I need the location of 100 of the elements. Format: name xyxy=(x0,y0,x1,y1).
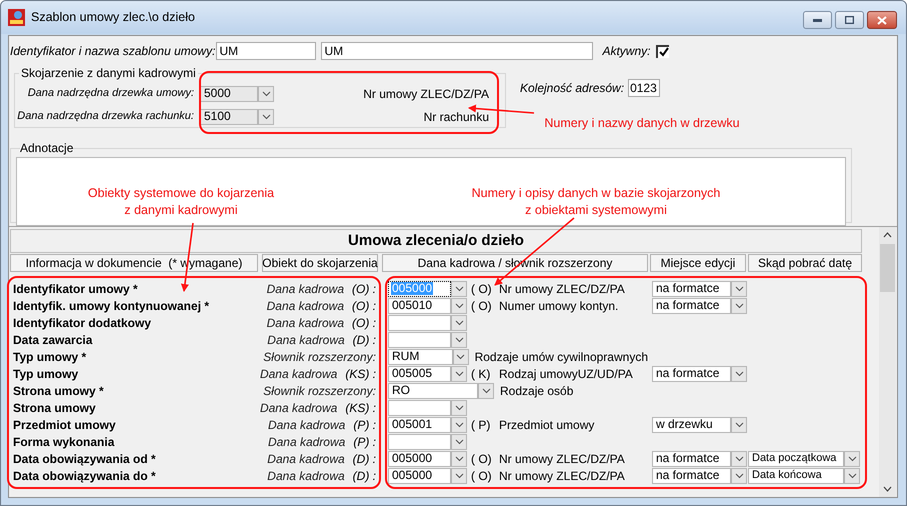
template-id-field[interactable]: UM xyxy=(216,42,316,60)
chevron-down-icon xyxy=(734,370,744,376)
chevron-down-icon xyxy=(456,354,466,360)
object-code: (O) : xyxy=(352,314,376,332)
chevron-down-icon xyxy=(454,336,464,342)
column-header[interactable]: Obiekt do skojarzenia xyxy=(262,254,378,272)
dropdown-field[interactable] xyxy=(388,314,467,330)
chevron-down-icon xyxy=(734,456,744,462)
field-name: Identyfik. umowy kontynuowanej * xyxy=(13,298,210,312)
checkmark-icon xyxy=(658,47,669,57)
notes-field[interactable] xyxy=(16,157,846,226)
linked-object: Dana kadrowa xyxy=(266,280,344,298)
group-title: Skojarzenie z danymi kadrowymi xyxy=(20,65,197,82)
object-code: (KS) : xyxy=(345,400,376,416)
field-name: Identyfikator dodatkowy xyxy=(13,316,152,330)
chevron-down-icon xyxy=(454,302,464,308)
chevron-down-icon xyxy=(454,370,464,376)
chevron-down-icon xyxy=(454,438,464,444)
column-header[interactable]: Miejsce edycji xyxy=(650,254,746,272)
object-code: (D) : xyxy=(352,332,376,348)
data-code: ( O) xyxy=(471,450,493,468)
object-code: (KS) : xyxy=(345,366,376,382)
annotation-text: z danymi kadrowymi xyxy=(124,202,238,219)
annotation-text: Numery i opisy danych w bazie skojarzonych xyxy=(472,185,720,202)
chevron-down-icon xyxy=(734,472,744,478)
data-description: Nr umowy ZLEC/DZ/PA xyxy=(499,468,625,484)
chevron-down-icon xyxy=(454,422,464,428)
dictionary-description: Rodzaje umów cywilnoprawnych xyxy=(474,348,648,366)
dictionary-description: Rodzaje osób xyxy=(500,382,574,400)
chevron-down-icon xyxy=(454,456,464,462)
chevron-down-icon xyxy=(734,302,744,308)
data-description: Rodzaj umowyUZ/UD/PA xyxy=(499,366,633,382)
active-checkbox[interactable] xyxy=(656,44,670,58)
data-description: Przedmiot umowy xyxy=(499,416,594,434)
linked-object: Dana kadrowa xyxy=(260,400,338,416)
field-name: Identyfikator umowy * xyxy=(13,282,138,296)
address-order-label: Kolejność adresów: xyxy=(520,80,624,97)
parent-data-label: Dana nadrzędna drzewka umowy: xyxy=(26,86,194,102)
data-description: Nr umowy ZLEC/DZ/PA xyxy=(499,280,625,298)
linked-object: Słownik rozszerzony: xyxy=(263,382,376,400)
chevron-down-icon xyxy=(454,472,464,478)
active-label: Aktywny: xyxy=(602,43,650,60)
dropdown-field[interactable] xyxy=(388,434,467,450)
template-name-field[interactable]: UM xyxy=(321,42,594,60)
object-code: (O) : xyxy=(352,298,376,314)
object-code: (D) : xyxy=(352,468,376,484)
object-code: (D) : xyxy=(352,450,376,468)
field-name: Strona umowy xyxy=(13,400,96,414)
linked-object: Dana kadrowa xyxy=(268,434,346,450)
field-name: Strona umowy * xyxy=(13,384,104,398)
template-label: Identyfikator i nazwa szablonu umowy: xyxy=(10,43,216,60)
restore-icon xyxy=(845,16,854,24)
annotation-text: Numery i nazwy danych w drzewku xyxy=(544,115,740,132)
column-header[interactable]: Skąd pobrać datę xyxy=(748,254,862,272)
app-icon xyxy=(8,9,25,26)
close-icon xyxy=(877,16,887,24)
window-title: Szablon umowy zlec.\o dzieło xyxy=(31,9,195,26)
object-code: (P) : xyxy=(353,416,376,434)
minimize-icon xyxy=(813,18,822,22)
linked-object: Dana kadrowa xyxy=(267,332,345,348)
data-code: ( P) xyxy=(471,416,492,434)
field-name: Przedmiot umowy xyxy=(13,418,116,432)
data-code: ( O) xyxy=(471,298,493,314)
chevron-down-icon xyxy=(262,90,270,96)
data-code: ( K) xyxy=(471,366,492,382)
chevron-down-icon xyxy=(454,286,464,292)
chevron-down-icon xyxy=(848,472,856,478)
object-code: (P) : xyxy=(353,434,376,450)
field-name: Forma wykonania xyxy=(13,434,114,448)
scrollbar[interactable] xyxy=(879,227,896,497)
parent-data-label: Dana nadrzędna drzewka rachunku: xyxy=(17,109,194,124)
chevron-down-icon xyxy=(262,114,270,120)
field-name: Data obowiązywania do * xyxy=(13,468,156,482)
chevron-down-icon xyxy=(734,286,744,292)
data-description: Nr umowy ZLEC/DZ/PA xyxy=(499,450,625,468)
field-name: Typ umowy * xyxy=(13,350,86,364)
field-name: Typ umowy xyxy=(13,366,78,380)
data-code: ( O) xyxy=(471,280,493,298)
minimize-button[interactable] xyxy=(803,11,832,29)
dropdown-field[interactable] xyxy=(388,332,467,348)
chevron-down-icon xyxy=(734,422,744,428)
linked-object: Dana kadrowa xyxy=(267,450,345,468)
field-name: Data zawarcia xyxy=(13,332,92,346)
annotation-arrow xyxy=(468,104,534,114)
data-code: ( O) xyxy=(471,468,493,484)
maximize-button[interactable] xyxy=(835,11,864,29)
linked-object: Dana kadrowa xyxy=(266,314,344,332)
scroll-thumb[interactable] xyxy=(880,244,895,292)
chevron-down-icon xyxy=(454,320,464,326)
dropdown-field[interactable] xyxy=(388,400,467,416)
close-button[interactable] xyxy=(867,11,897,29)
linked-object: Dana kadrowa xyxy=(268,416,346,434)
annotation-text: z obiektami systemowymi xyxy=(525,202,667,219)
object-code: (O) : xyxy=(352,280,376,298)
linked-object: Dana kadrowa xyxy=(267,468,345,484)
notes-title: Adnotacje xyxy=(20,140,74,157)
chevron-down-icon xyxy=(848,456,856,462)
chevron-down-icon xyxy=(482,388,490,394)
linked-object: Słownik rozszerzony: xyxy=(263,348,376,366)
address-order-field[interactable]: 0123 xyxy=(628,79,660,97)
